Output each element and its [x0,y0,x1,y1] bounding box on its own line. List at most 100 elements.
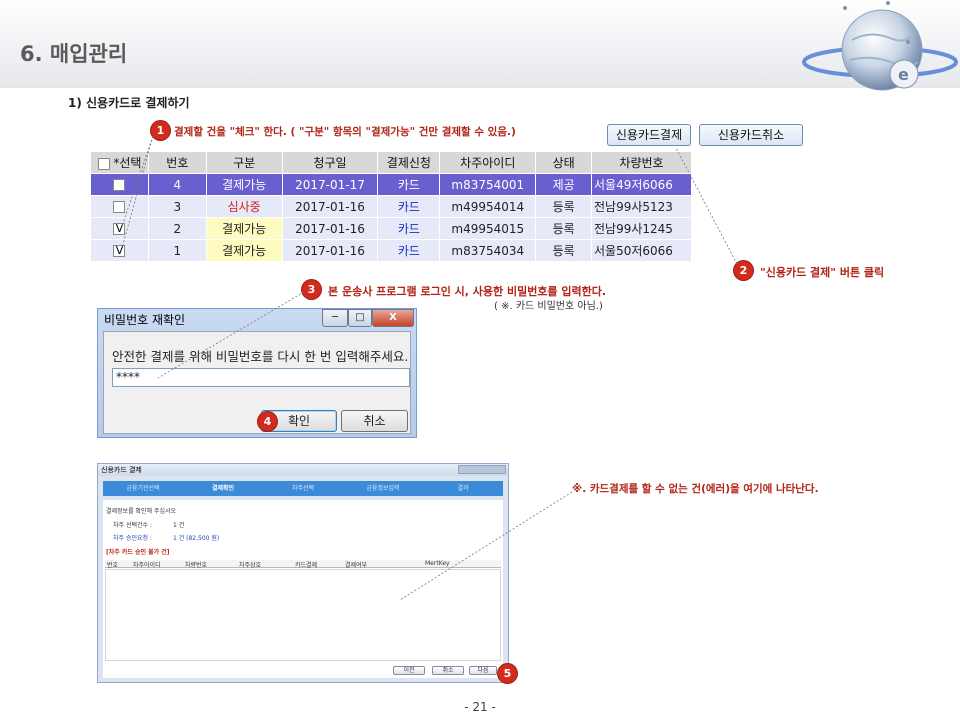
cell-date: 2017-01-17 [281,173,379,196]
col-header-no: 번호 [147,151,207,174]
row-checkbox[interactable]: V [113,223,126,235]
row-checkbox-cell[interactable] [90,173,149,196]
step-marker-5: 5 [498,664,517,683]
cell-no: 1 [147,239,207,262]
cell-type: 결제가능 [205,217,283,240]
cell-status: 제공 [535,173,593,196]
cell-car: 전남99사5123 [591,195,692,218]
cell-car: 서울50저6066 [591,239,692,262]
password-cancel-button[interactable]: 취소 [341,410,408,432]
error-col-header: 번호 [107,562,119,569]
step-1-note: 결제할 건을 "체크" 한다. ( "구분" 항목의 "결제가능" 건만 결제할… [174,126,516,138]
cell-car: 전남99사1245 [591,217,692,240]
table-row[interactable]: V 1 결제가능 2017-01-16 카드 m83754034 등록 서울50… [90,239,692,262]
table-row[interactable]: V 2 결제가능 2017-01-16 카드 m49954015 등록 전남99… [90,217,692,240]
error-list-title: [차주 카드 승인 불가 건] [106,549,170,556]
col-header-car: 차량번호 [591,151,692,174]
select-all-header[interactable]: *선택 [90,151,149,174]
step-tab: 차주선택 [291,485,315,492]
error-col-header: 카드결제 [295,562,318,569]
card-dialog-title: 신용카드 결제 [98,464,508,476]
step-tab: 금융정보입력 [366,485,400,492]
col-header-pay: 결제신청 [377,151,441,174]
card-cancel-button[interactable]: 신용카드취소 [699,124,803,146]
cell-type: 결제가능 [205,173,283,196]
table-row[interactable]: 4 결제가능 2017-01-17 카드 m83754001 제공 서울49저6… [90,173,692,196]
minimize-icon[interactable]: ─ [322,309,348,327]
row-checkbox[interactable] [113,179,126,191]
cell-no: 3 [147,195,207,218]
svg-text:e: e [898,65,909,84]
step-marker-3: 3 [302,280,321,299]
cell-status: 등록 [535,195,593,218]
confirm-prompt: 결제정보를 확인해 주십시오 [106,508,177,515]
amount-label: 차주 승인요청 : [113,535,152,542]
row-checkbox-cell[interactable]: V [90,239,149,262]
cell-date: 2017-01-16 [281,239,379,262]
password-dialog-message: 안전한 결제를 위해 비밀번호를 다시 한 번 입력해주세요. [112,349,409,364]
password-input[interactable]: **** [112,368,410,387]
cell-car: 서울49저6066 [591,173,692,196]
cell-pay: 카드 [377,195,441,218]
cell-date: 2017-01-16 [281,217,379,240]
count-label: 차주 선택건수 : [113,522,152,529]
cell-owner-id: m83754001 [439,173,537,196]
password-dialog: 비밀번호 재확인 ─ □ X 안전한 결제를 위해 비밀번호를 다시 한 번 입… [97,308,417,438]
cell-date: 2017-01-16 [281,195,379,218]
col-header-owner-id: 차주아이디 [439,151,537,174]
step-2-note: "신용카드 결제" 버튼 클릭 [760,266,885,279]
globe-logo-icon: e [802,1,958,91]
cell-pay: 카드 [377,217,441,240]
error-col-header: 차주아이디 [133,562,161,569]
close-icon[interactable]: X [372,309,414,327]
select-all-checkbox[interactable] [97,157,110,170]
cell-owner-id: m83754034 [439,239,537,262]
col-header-type: 구분 [205,151,283,174]
cell-owner-id: m49954015 [439,217,537,240]
error-col-header: MertKey [425,560,450,567]
cell-type: 결제가능 [205,239,283,262]
card-payment-dialog: 신용카드 결제 금융기관선택 결제확인 차주선택 금융정보입력 결과 결제정보를… [97,463,509,683]
card-pay-button[interactable]: 신용카드결제 [607,124,691,146]
maximize-icon[interactable]: □ [348,309,372,327]
step-marker-4: 4 [258,412,277,431]
step-3-subnote: ( ※. 카드 비밀번호 아님.) [494,301,603,312]
cell-status: 등록 [535,217,593,240]
cell-no: 4 [147,173,207,196]
amount-value: 1 건 (82,500 원) [173,535,220,542]
error-list-header: 번호 차주아이디 차량번호 차주상호 카드결제 결제여부 MertKey [105,560,501,569]
col-header-status: 상태 [535,151,593,174]
table-row[interactable]: 3 심사중 2017-01-16 카드 m49954014 등록 전남99사51… [90,195,692,218]
page-title: 6. 매입관리 [20,42,128,66]
window-controls-icon[interactable] [458,465,506,474]
card-dialog-content: 결제정보를 확인해 주십시오 차주 선택건수 : 1 건 차주 승인요청 : 1… [103,500,503,678]
billing-table: *선택 번호 구분 청구일 결제신청 차주아이디 상태 차량번호 4 결제가능 … [90,151,692,262]
page-number: - 21 - [464,700,496,714]
cancel-button[interactable]: 취소 [432,666,464,675]
next-button[interactable]: 다음 [469,666,497,675]
error-col-header: 결제여부 [345,562,368,569]
step-tab: 결과 [457,485,469,492]
card-step-bar: 금융기관선택 결제확인 차주선택 금융정보입력 결과 [103,481,503,496]
row-checkbox[interactable]: V [113,245,126,257]
error-col-header: 차주상호 [239,562,262,569]
table-header-row: *선택 번호 구분 청구일 결제신청 차주아이디 상태 차량번호 [90,151,692,174]
row-checkbox[interactable] [113,201,126,213]
cell-pay: 카드 [377,173,441,196]
row-checkbox-cell[interactable] [90,195,149,218]
cell-pay: 카드 [377,239,441,262]
section-subtitle: 1) 신용카드로 결제하기 [68,96,190,110]
step-marker-1: 1 [151,121,170,140]
cell-no: 2 [147,217,207,240]
error-note: ※. 카드결제를 할 수 없는 건(에러)을 여기에 나타난다. [572,483,819,495]
prev-button[interactable]: 이전 [393,666,425,675]
error-col-header: 차량번호 [185,562,208,569]
cell-owner-id: m49954014 [439,195,537,218]
count-value: 1 건 [173,522,185,529]
cell-type: 심사중 [205,195,283,218]
password-dialog-body: 안전한 결제를 위해 비밀번호를 다시 한 번 입력해주세요. **** 확인 … [103,331,411,434]
row-checkbox-cell[interactable]: V [90,217,149,240]
step-tab: 금융기관선택 [126,485,160,492]
step-marker-2: 2 [734,261,753,280]
error-list[interactable] [105,569,501,661]
